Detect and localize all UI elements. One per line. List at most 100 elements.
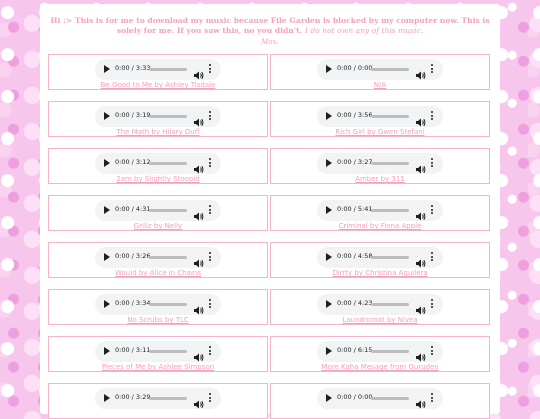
more-options-icon[interactable] (431, 158, 434, 169)
audio-player[interactable]: 0:00 / 5:41 (317, 200, 443, 221)
audio-player[interactable]: 0:00 / 3:19 (95, 106, 221, 127)
track-title-link[interactable]: Amber by 311 (271, 175, 489, 183)
audio-player[interactable]: 0:00 / 0:00 (317, 388, 443, 409)
seek-bar[interactable] (149, 162, 187, 165)
audio-player[interactable]: 0:00 / 6:15 (317, 341, 443, 362)
more-options-icon[interactable] (431, 64, 434, 75)
track-title-link[interactable]: Rich Girl by Gwen Stefani (271, 128, 489, 136)
track-title-link[interactable]: More Kaha Mesage from Gurudev (271, 363, 489, 371)
audio-player[interactable]: 0:00 / 3:26 (95, 247, 221, 268)
more-options-icon[interactable] (209, 64, 212, 75)
track-title-link[interactable]: Would by Alice in Chains (49, 269, 267, 277)
track-cell: 0:00 / 3:33 Be Good to Me by Ashley Tisda… (48, 54, 268, 90)
volume-icon[interactable] (194, 300, 204, 315)
volume-icon[interactable] (194, 253, 204, 268)
audio-player[interactable]: 0:00 / 3:27 (317, 153, 443, 174)
volume-icon[interactable] (194, 347, 204, 362)
seek-bar[interactable] (371, 397, 409, 400)
audio-player[interactable]: 0:00 / 3:33 (95, 59, 221, 80)
volume-icon[interactable] (416, 112, 426, 127)
audio-player[interactable]: 0:00 / 3:56 (317, 106, 443, 127)
more-options-icon[interactable] (431, 111, 434, 122)
volume-icon[interactable] (194, 394, 204, 409)
track-title-link[interactable]: No Scrubs by TLC (49, 316, 267, 324)
volume-icon[interactable] (194, 159, 204, 174)
volume-icon[interactable] (416, 394, 426, 409)
seek-bar[interactable] (371, 115, 409, 118)
seek-bar[interactable] (371, 162, 409, 165)
volume-icon[interactable] (416, 206, 426, 221)
more-options-icon[interactable] (431, 393, 434, 404)
time-display: 0:00 / 3:12 (115, 158, 151, 166)
audio-player[interactable]: 0:00 / 4:31 (95, 200, 221, 221)
audio-player[interactable]: 0:00 / 3:29 (95, 388, 221, 409)
track-title-link[interactable]: The Math by Hilary Duff (49, 128, 267, 136)
seek-bar[interactable] (149, 397, 187, 400)
seek-bar[interactable] (371, 68, 409, 71)
track-cell: 0:00 / 3:34 No Scrubs by TLC (48, 289, 268, 325)
audio-player[interactable]: 0:00 / 3:11 (95, 341, 221, 362)
play-icon[interactable] (104, 65, 110, 73)
seek-bar[interactable] (149, 68, 187, 71)
track-cell: 0:00 / 0:00 N/A (270, 54, 490, 90)
track-title-link[interactable]: Laundromat by Nivea (271, 316, 489, 324)
volume-icon[interactable] (416, 300, 426, 315)
volume-icon[interactable] (194, 206, 204, 221)
play-icon[interactable] (104, 206, 110, 214)
audio-player[interactable]: 0:00 / 3:34 (95, 294, 221, 315)
play-icon[interactable] (104, 394, 110, 402)
play-icon[interactable] (326, 206, 332, 214)
play-icon[interactable] (326, 253, 332, 261)
play-icon[interactable] (104, 112, 110, 120)
seek-bar[interactable] (149, 350, 187, 353)
track-title-link[interactable]: Grillz by Nelly (49, 222, 267, 230)
seek-bar[interactable] (371, 256, 409, 259)
seek-bar[interactable] (371, 350, 409, 353)
track-title-link[interactable]: N/A (271, 81, 489, 89)
more-options-icon[interactable] (431, 346, 434, 357)
more-options-icon[interactable] (209, 299, 212, 310)
audio-player[interactable]: 0:00 / 0:00 (317, 59, 443, 80)
play-icon[interactable] (104, 347, 110, 355)
more-options-icon[interactable] (209, 252, 212, 263)
play-icon[interactable] (104, 159, 110, 167)
seek-bar[interactable] (371, 303, 409, 306)
time-display: 0:00 / 4:58 (337, 252, 373, 260)
play-icon[interactable] (104, 253, 110, 261)
volume-icon[interactable] (194, 112, 204, 127)
seek-bar[interactable] (149, 256, 187, 259)
play-icon[interactable] (326, 347, 332, 355)
more-options-icon[interactable] (431, 299, 434, 310)
more-options-icon[interactable] (209, 346, 212, 357)
more-options-icon[interactable] (209, 111, 212, 122)
more-options-icon[interactable] (209, 205, 212, 216)
play-icon[interactable] (326, 112, 332, 120)
play-icon[interactable] (326, 65, 332, 73)
play-icon[interactable] (326, 159, 332, 167)
volume-icon[interactable] (416, 159, 426, 174)
volume-icon[interactable] (416, 253, 426, 268)
audio-player[interactable]: 0:00 / 3:12 (95, 153, 221, 174)
track-title-link[interactable]: 2am by Slightly Stoopid (49, 175, 267, 183)
more-options-icon[interactable] (209, 158, 212, 169)
seek-bar[interactable] (149, 115, 187, 118)
seek-bar[interactable] (149, 303, 187, 306)
play-icon[interactable] (104, 300, 110, 308)
track-title-link[interactable]: Dirrty by Christina Aguilera (271, 269, 489, 277)
more-options-icon[interactable] (431, 205, 434, 216)
track-title-link[interactable]: Be Good to Me by Ashley Tisdale (49, 81, 267, 89)
audio-player[interactable]: 0:00 / 4:58 (317, 247, 443, 268)
play-icon[interactable] (326, 394, 332, 402)
more-options-icon[interactable] (431, 252, 434, 263)
more-options-icon[interactable] (209, 393, 212, 404)
track-title-link[interactable]: Pieces of Me by Ashlee Simpson (49, 363, 267, 371)
play-icon[interactable] (326, 300, 332, 308)
seek-bar[interactable] (149, 209, 187, 212)
volume-icon[interactable] (416, 65, 426, 80)
audio-player[interactable]: 0:00 / 4:23 (317, 294, 443, 315)
seek-bar[interactable] (371, 209, 409, 212)
volume-icon[interactable] (416, 347, 426, 362)
track-cell: 0:00 / 5:41 Criminal by Fiona Apple (270, 195, 490, 231)
volume-icon[interactable] (194, 65, 204, 80)
track-title-link[interactable]: Criminal by Fiona Apple (271, 222, 489, 230)
